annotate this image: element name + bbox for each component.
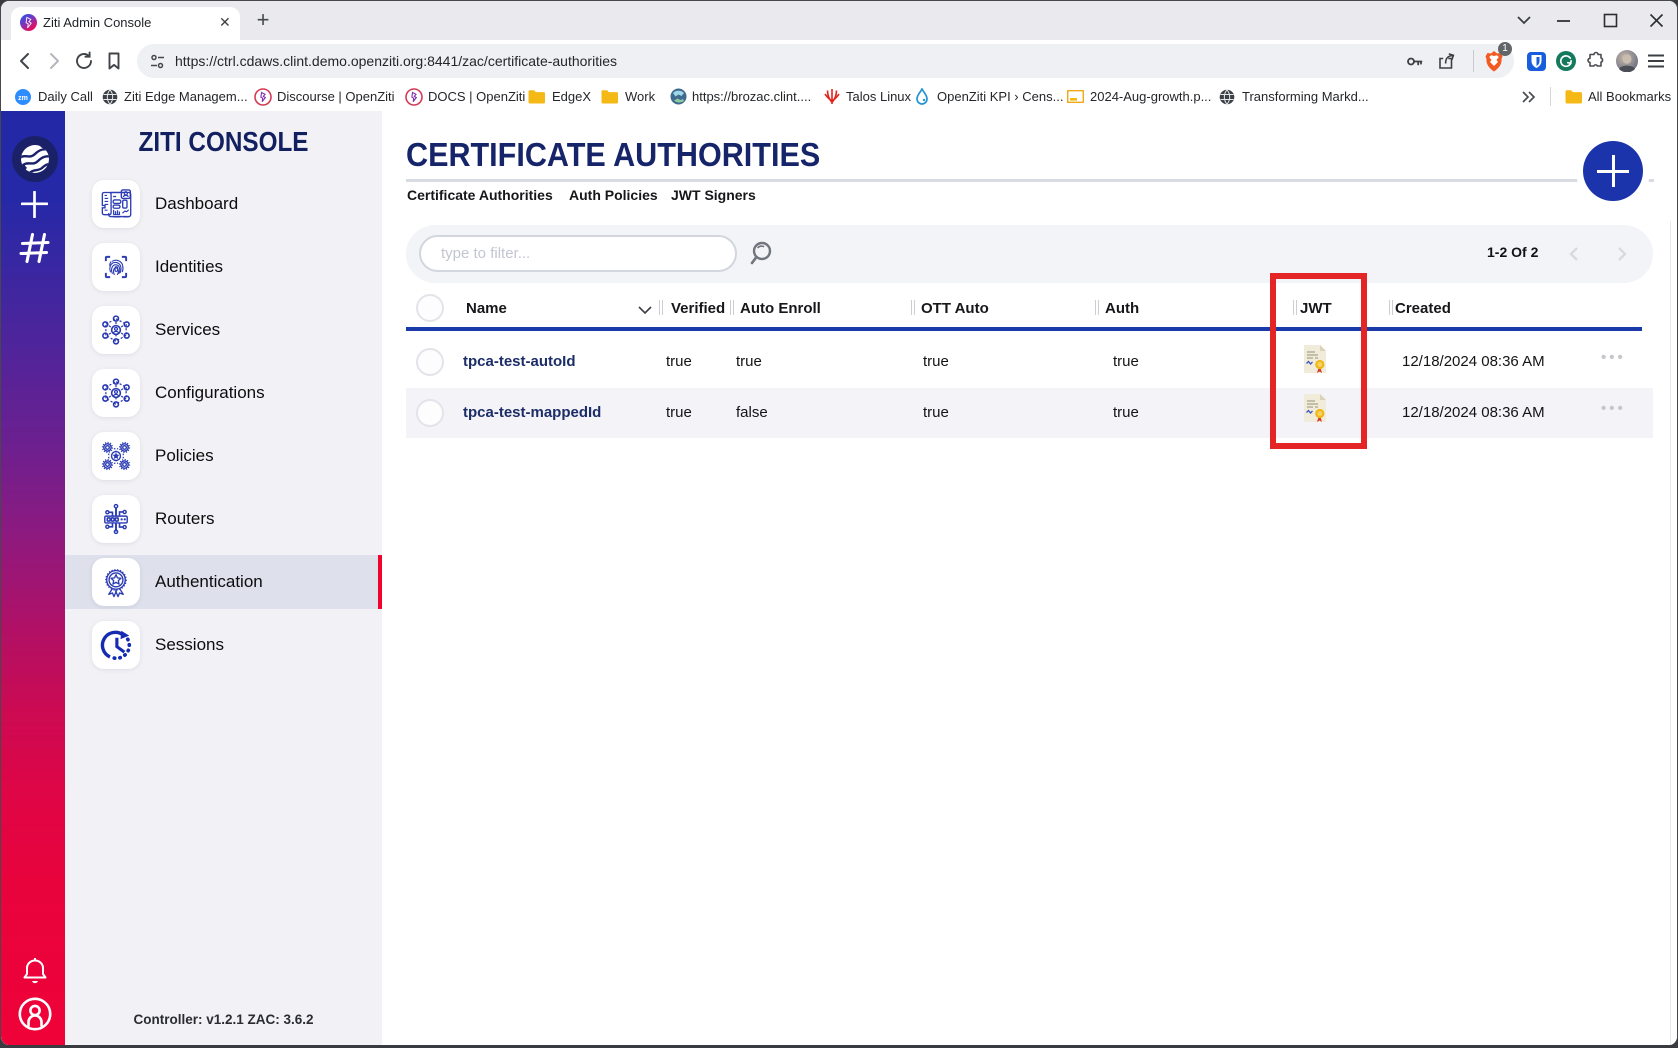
svg-text:zm: zm (18, 95, 28, 102)
